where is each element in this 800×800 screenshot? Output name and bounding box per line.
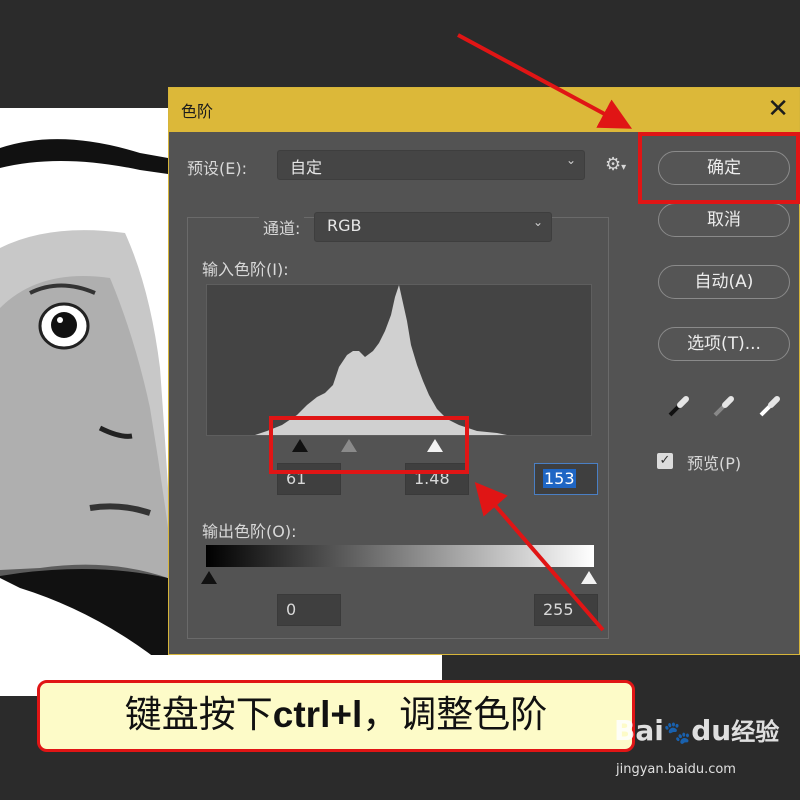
watermark-brand: Bai [614, 714, 664, 747]
watermark-brand-2: du [691, 714, 732, 747]
caption-shortcut: ctrl+l [272, 694, 363, 735]
paw-icon: 🐾 [663, 721, 692, 746]
caption-text: 键盘按下 [124, 693, 273, 736]
baidu-watermark: Bai🐾du经验 [614, 712, 779, 747]
arrow-to-ok [457, 33, 633, 129]
instruction-caption: 键盘按下ctrl+l，调整色阶 [37, 680, 635, 752]
caption-tail: ，调整色阶 [362, 693, 548, 736]
watermark-brand-cn: 经验 [731, 718, 780, 746]
arrow-to-sliders [474, 481, 605, 632]
watermark-url: jingyan.baidu.com [616, 762, 736, 777]
